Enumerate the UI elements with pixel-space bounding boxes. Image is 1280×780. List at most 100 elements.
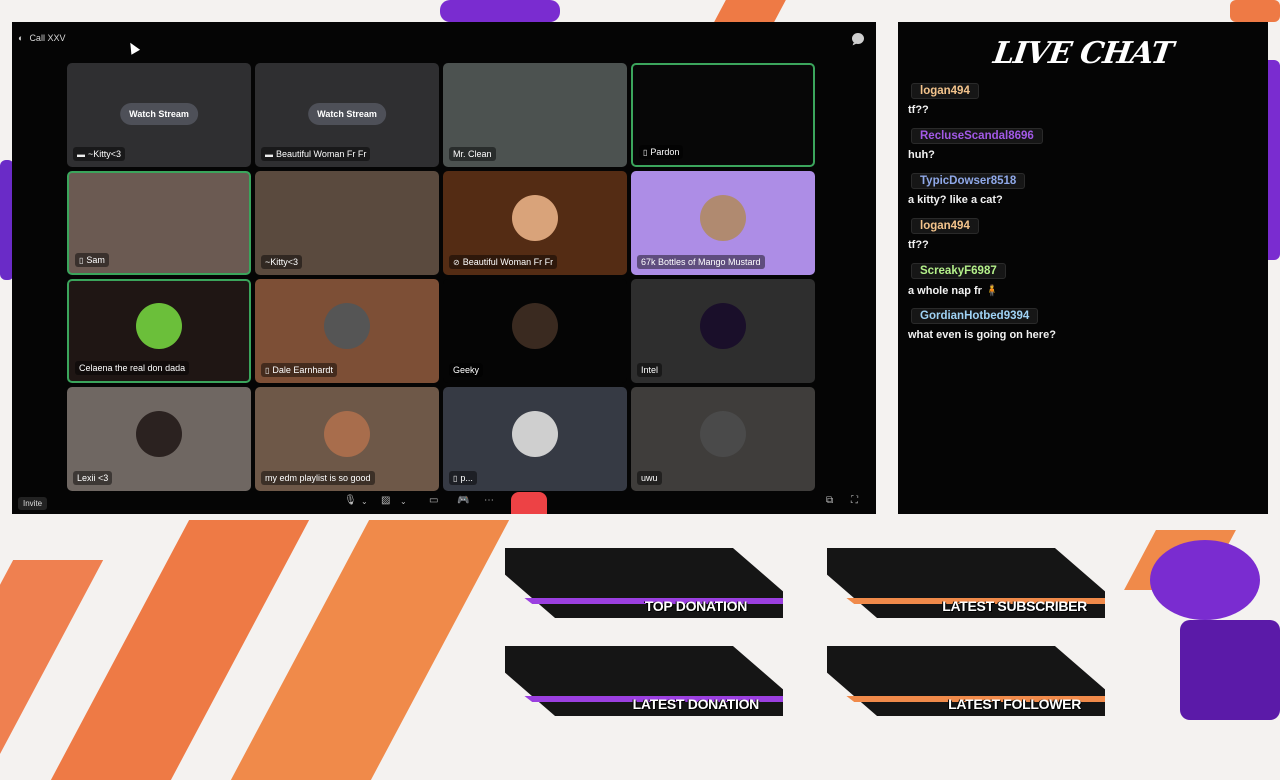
participant-name: ~Kitty<3 bbox=[261, 255, 303, 269]
participant-tile[interactable]: my edm playlist is so good bbox=[255, 387, 439, 491]
participant-tile[interactable]: Geeky bbox=[443, 279, 627, 383]
participant-name-text: p... bbox=[460, 473, 473, 483]
phone-icon: ▯ bbox=[643, 147, 648, 157]
live-chat-panel: LIVE CHAT logan494 tf?? RecluseScandal8696… bbox=[898, 22, 1268, 514]
participant-name-text: Intel bbox=[641, 365, 659, 375]
participant-name: 67k Bottles of Mango Mustard bbox=[637, 255, 765, 269]
paint-splat bbox=[440, 0, 560, 22]
invite-button[interactable]: Invite bbox=[18, 497, 48, 510]
participant-name-text: my edm playlist is so good bbox=[265, 473, 371, 483]
chat-message: logan494 tf?? bbox=[908, 81, 1264, 116]
participant-name: ▬ ~Kitty<3 bbox=[73, 147, 126, 161]
participant-tile[interactable]: uwu bbox=[631, 387, 815, 491]
participant-tile[interactable]: Watch Stream ▬ Beautiful Woman Fr Fr bbox=[255, 63, 439, 167]
paint-splat bbox=[1180, 620, 1280, 720]
participant-tile[interactable]: Intel bbox=[631, 279, 815, 383]
chat-message: GordianHotbed9394 what even is going on h… bbox=[908, 306, 1264, 341]
participant-name: ▯ Pardon bbox=[639, 145, 684, 159]
participant-tile[interactable]: ⊘ Beautiful Woman Fr Fr bbox=[443, 171, 627, 275]
paint-splat bbox=[1150, 540, 1260, 620]
participant-tile[interactable]: ▯ Pardon bbox=[631, 63, 815, 167]
participant-tile[interactable]: ▯ p... bbox=[443, 387, 627, 491]
avatar bbox=[324, 303, 370, 349]
hang-up-button[interactable] bbox=[511, 492, 547, 514]
chat-username[interactable]: RecluseScandal8696 bbox=[911, 128, 1043, 144]
participant-name: ▬ Beautiful Woman Fr Fr bbox=[261, 147, 371, 161]
participant-name-text: Mr. Clean bbox=[453, 149, 492, 159]
participant-name: ▯ Sam bbox=[75, 253, 109, 267]
phone-icon: ▯ bbox=[265, 365, 270, 375]
participant-tile[interactable]: Mr. Clean bbox=[443, 63, 627, 167]
participant-name-text: ~Kitty<3 bbox=[265, 257, 299, 267]
participant-tile[interactable]: Watch Stream ▬ ~Kitty<3 bbox=[67, 63, 251, 167]
participant-tile[interactable]: Celaena the real don dada bbox=[67, 279, 251, 383]
video-off-icon: ⊘ bbox=[453, 257, 460, 267]
participant-name-text: Celaena the real don dada bbox=[79, 363, 186, 373]
participant-name: ⊘ Beautiful Woman Fr Fr bbox=[449, 255, 558, 269]
call-window: ◐ Call XXV Watch Stream ▬ ~Kitty<3 Watch St… bbox=[12, 22, 876, 514]
avatar bbox=[136, 303, 182, 349]
avatar bbox=[700, 411, 746, 457]
avatar bbox=[136, 411, 182, 457]
chat-message: ScreakyF6987 a whole nap fr 🧍 bbox=[908, 261, 1264, 297]
orange-stripe bbox=[714, 0, 786, 22]
participant-name: ▯ Dale Earnhardt bbox=[261, 363, 337, 377]
phone-icon: ▯ bbox=[79, 255, 84, 265]
camera-off-icon[interactable]: ▨ bbox=[381, 495, 390, 506]
chat-username[interactable]: logan494 bbox=[911, 218, 979, 234]
participant-name-text: Dale Earnhardt bbox=[272, 365, 333, 375]
top-donation-panel: TOP DONATION bbox=[505, 548, 783, 618]
participant-name: Lexii <3 bbox=[73, 471, 113, 485]
avatar bbox=[700, 303, 746, 349]
watch-stream-button[interactable]: Watch Stream bbox=[308, 103, 386, 125]
popout-icon[interactable]: ⧉ bbox=[826, 495, 833, 506]
avatar bbox=[512, 411, 558, 457]
activity-icon[interactable]: 🎮 bbox=[457, 495, 469, 506]
participant-name: my edm playlist is so good bbox=[261, 471, 375, 485]
phone-icon: ▯ bbox=[453, 473, 458, 483]
participant-name: Celaena the real don dada bbox=[75, 361, 190, 375]
fullscreen-icon[interactable]: ⛶ bbox=[851, 495, 858, 506]
chat-message-text: tf?? bbox=[908, 104, 929, 116]
watch-stream-button[interactable]: Watch Stream bbox=[120, 103, 198, 125]
participant-tile[interactable]: 67k Bottles of Mango Mustard bbox=[631, 171, 815, 275]
participant-name-text: Lexii <3 bbox=[77, 473, 109, 483]
chat-message: RecluseScandal8696 huh? bbox=[908, 126, 1264, 161]
paint-splat bbox=[1230, 0, 1280, 22]
call-title: Call XXV bbox=[29, 33, 66, 43]
chat-username[interactable]: ScreakyF6987 bbox=[911, 263, 1006, 279]
participant-name-text: uwu bbox=[641, 473, 658, 483]
microphone-icon[interactable]: 🎙 bbox=[344, 495, 357, 506]
screen-share-icon: ▬ bbox=[77, 149, 85, 159]
chevron-down-icon[interactable]: ⌄ bbox=[400, 497, 407, 506]
chat-message-text: a whole nap fr 🧍 bbox=[908, 285, 999, 297]
latest-subscriber-label: LATEST SUBSCRIBER bbox=[942, 598, 1087, 614]
participant-tile[interactable]: ▯ Dale Earnhardt bbox=[255, 279, 439, 383]
participant-name: uwu bbox=[637, 471, 662, 485]
latest-donation-panel: LATEST DONATION bbox=[505, 646, 783, 716]
participant-name-text: 67k Bottles of Mango Mustard bbox=[641, 257, 761, 267]
participant-name-text: Geeky bbox=[453, 365, 480, 375]
more-options-icon[interactable]: ⋯ bbox=[484, 495, 494, 506]
chat-bubble-icon[interactable] bbox=[852, 33, 864, 44]
latest-follower-label: LATEST FOLLOWER bbox=[948, 696, 1081, 712]
participant-name-text: Beautiful Woman Fr Fr bbox=[276, 149, 367, 159]
chat-username[interactable]: TypicDowser8518 bbox=[911, 173, 1026, 189]
chat-username[interactable]: GordianHotbed9394 bbox=[911, 308, 1039, 324]
chat-message: TypicDowser8518 a kitty? like a cat? bbox=[908, 171, 1264, 206]
participant-tile[interactable]: ~Kitty<3 bbox=[255, 171, 439, 275]
top-donation-label: TOP DONATION bbox=[644, 598, 747, 614]
chat-message-text: what even is going on here? bbox=[908, 329, 1056, 341]
chat-username[interactable]: logan494 bbox=[911, 83, 979, 99]
chat-message-text: a kitty? like a cat? bbox=[908, 194, 1003, 206]
avatar bbox=[512, 303, 558, 349]
chevron-down-icon[interactable]: ⌄ bbox=[361, 497, 368, 506]
chat-message-text: huh? bbox=[908, 149, 935, 161]
participant-name: Mr. Clean bbox=[449, 147, 496, 161]
avatar bbox=[324, 411, 370, 457]
screen-share-icon[interactable]: ▭ bbox=[429, 495, 438, 506]
screen-share-icon: ▬ bbox=[265, 149, 273, 159]
participant-tile[interactable]: ▯ Sam bbox=[67, 171, 251, 275]
participant-tile[interactable]: Lexii <3 bbox=[67, 387, 251, 491]
call-controls-bar: Invite 🎙 ⌄ ▨ ⌄ ▭ 🎮 ⋯ ⧉ ⛶ bbox=[12, 490, 876, 514]
